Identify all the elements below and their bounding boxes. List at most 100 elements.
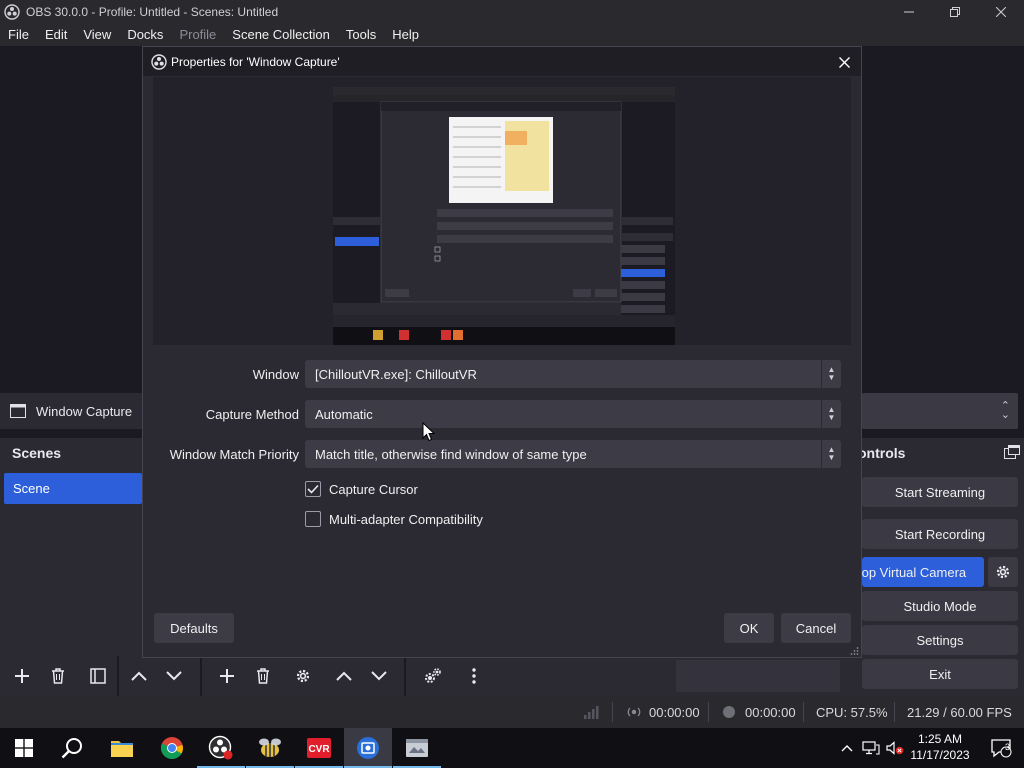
menu-bar: File Edit View Docks Profile Scene Colle…: [0, 24, 1024, 46]
window-select[interactable]: [ChilloutVR.exe]: ChilloutVR ▲ ▼: [305, 360, 841, 388]
taskbar-search-button[interactable]: [48, 728, 96, 768]
source-selector[interactable]: Window Capture: [0, 393, 142, 429]
add-scene-button[interactable]: [7, 662, 37, 690]
gears-icon: [425, 668, 441, 683]
plus-icon: [15, 669, 29, 683]
virtual-camera-label: top Virtual Camerа: [862, 564, 967, 580]
fps-counter: 21.29 / 60.00 FPS: [907, 704, 1012, 720]
status-divider: [803, 702, 804, 722]
chevron-up-icon: [336, 671, 352, 681]
close-window-button[interactable]: [978, 0, 1024, 24]
taskbar-app-bee[interactable]: [246, 728, 294, 768]
scenes-list: Scene: [0, 468, 142, 656]
minimize-button[interactable]: [886, 0, 932, 24]
taskbar-clock[interactable]: 1:25 AM 11/17/2023: [904, 731, 976, 763]
virtual-camera-settings-button[interactable]: [988, 557, 1018, 587]
menu-edit[interactable]: Edit: [37, 24, 75, 46]
taskbar-file-explorer[interactable]: [98, 728, 146, 768]
move-source-up-button[interactable]: [329, 662, 359, 690]
window-select-value: [ChilloutVR.exe]: ChilloutVR: [315, 366, 477, 382]
taskbar-chilloutvr[interactable]: CVR: [295, 728, 343, 768]
source-properties-button[interactable]: [288, 662, 318, 690]
cvr-icon: CVR: [307, 738, 331, 758]
capture-cursor-checkbox-row[interactable]: Capture Cursor: [305, 481, 418, 497]
obs-icon: [208, 735, 233, 760]
notification-center-button[interactable]: 3: [978, 728, 1024, 768]
start-streaming-button[interactable]: Start Streaming: [862, 477, 1018, 507]
add-source-button[interactable]: [212, 662, 242, 690]
match-priority-select[interactable]: Match title, otherwise find window of sa…: [305, 440, 841, 468]
move-scene-up-button[interactable]: [124, 662, 154, 690]
capture-cursor-checkbox[interactable]: [305, 481, 321, 497]
match-priority-label: Window Match Priority: [169, 447, 299, 462]
search-icon: [61, 738, 82, 759]
ok-button[interactable]: OK: [724, 613, 774, 643]
dialog-title: Properties for 'Window Capture': [171, 54, 340, 69]
taskbar-chrome[interactable]: [148, 728, 196, 768]
remove-scene-button[interactable]: [43, 662, 73, 690]
remove-source-button[interactable]: [248, 662, 278, 690]
dialog-close-button[interactable]: [833, 51, 855, 73]
restore-icon: [950, 7, 960, 17]
capture-method-select[interactable]: Automatic ▲ ▼: [305, 400, 841, 428]
window-label: Window: [252, 367, 299, 382]
virtual-camera-button[interactable]: top Virtual Camerа: [862, 557, 984, 587]
obs-logo-icon: [151, 53, 167, 70]
menu-view[interactable]: View: [75, 24, 119, 46]
close-icon: [838, 56, 850, 68]
controls-header: ontrols: [858, 438, 1024, 468]
windows-taskbar: CVR 1:25 AM 11/17/2023 3: [0, 728, 1024, 768]
mouse-cursor-icon: [422, 422, 435, 442]
capture-method-value: Automatic: [315, 406, 373, 422]
network-tray-button[interactable]: [860, 728, 882, 768]
menu-scene-collection[interactable]: Scene Collection: [224, 24, 338, 46]
start-recording-button[interactable]: Start Recording: [862, 519, 1018, 549]
scenes-header: Scenes: [0, 438, 142, 468]
spin-arrows-icon: ▲ ▼: [821, 360, 841, 388]
settings-button[interactable]: Settings: [862, 625, 1018, 655]
taskbar-obs[interactable]: [197, 728, 245, 768]
docks-toolbar: [0, 656, 862, 696]
stream-status: 00:00:00: [627, 696, 700, 728]
cpu-usage: CPU: 57.5%: [816, 704, 888, 720]
studio-mode-label: Studio Mode: [903, 598, 977, 614]
start-recording-label: Start Recording: [894, 526, 986, 542]
undock-icon[interactable]: [1004, 445, 1020, 459]
resize-grip-icon[interactable]: [849, 645, 859, 655]
move-source-down-button[interactable]: [364, 662, 394, 690]
plus-icon: [220, 669, 234, 683]
scene-item[interactable]: Scene: [4, 473, 142, 504]
menu-profile[interactable]: Profile: [171, 24, 224, 46]
audio-mixer-settings-button[interactable]: [418, 662, 448, 690]
menu-file[interactable]: File: [0, 24, 37, 46]
show-hidden-icons-button[interactable]: [838, 728, 856, 768]
network-signal-icon: [583, 696, 601, 728]
source-properties-dropdown[interactable]: ⌃ ⌄: [862, 393, 1018, 429]
scene-filters-button[interactable]: [83, 662, 113, 690]
chrome-icon: [160, 737, 183, 759]
controls-panel: Start Streaming Start Recording top Virt…: [862, 468, 1024, 696]
volume-tray-button[interactable]: [884, 728, 906, 768]
exit-button[interactable]: Exit: [862, 659, 1018, 689]
menu-help[interactable]: Help: [384, 24, 427, 46]
menu-tools[interactable]: Tools: [338, 24, 384, 46]
stream-time: 00:00:00: [649, 704, 700, 720]
windows-start-icon: [15, 739, 33, 757]
status-divider: [894, 702, 895, 722]
maximize-button[interactable]: [932, 0, 978, 24]
dialog-title-bar: Properties for 'Window Capture': [143, 47, 861, 76]
multi-adapter-checkbox-row[interactable]: Multi-adapter Compatibility: [305, 511, 483, 527]
menu-docks[interactable]: Docks: [119, 24, 171, 46]
move-scene-down-button[interactable]: [159, 662, 189, 690]
defaults-button[interactable]: Defaults: [154, 613, 234, 643]
start-button[interactable]: [0, 728, 48, 768]
more-options-button[interactable]: [459, 662, 489, 690]
toolbar-divider: [200, 656, 202, 696]
start-streaming-label: Start Streaming: [894, 484, 986, 500]
status-divider: [708, 702, 709, 722]
multi-adapter-checkbox[interactable]: [305, 511, 321, 527]
studio-mode-button[interactable]: Studio Mode: [862, 591, 1018, 621]
taskbar-app-gray[interactable]: [393, 728, 441, 768]
cancel-button[interactable]: Cancel: [781, 613, 851, 643]
taskbar-app-blue[interactable]: [344, 728, 392, 768]
